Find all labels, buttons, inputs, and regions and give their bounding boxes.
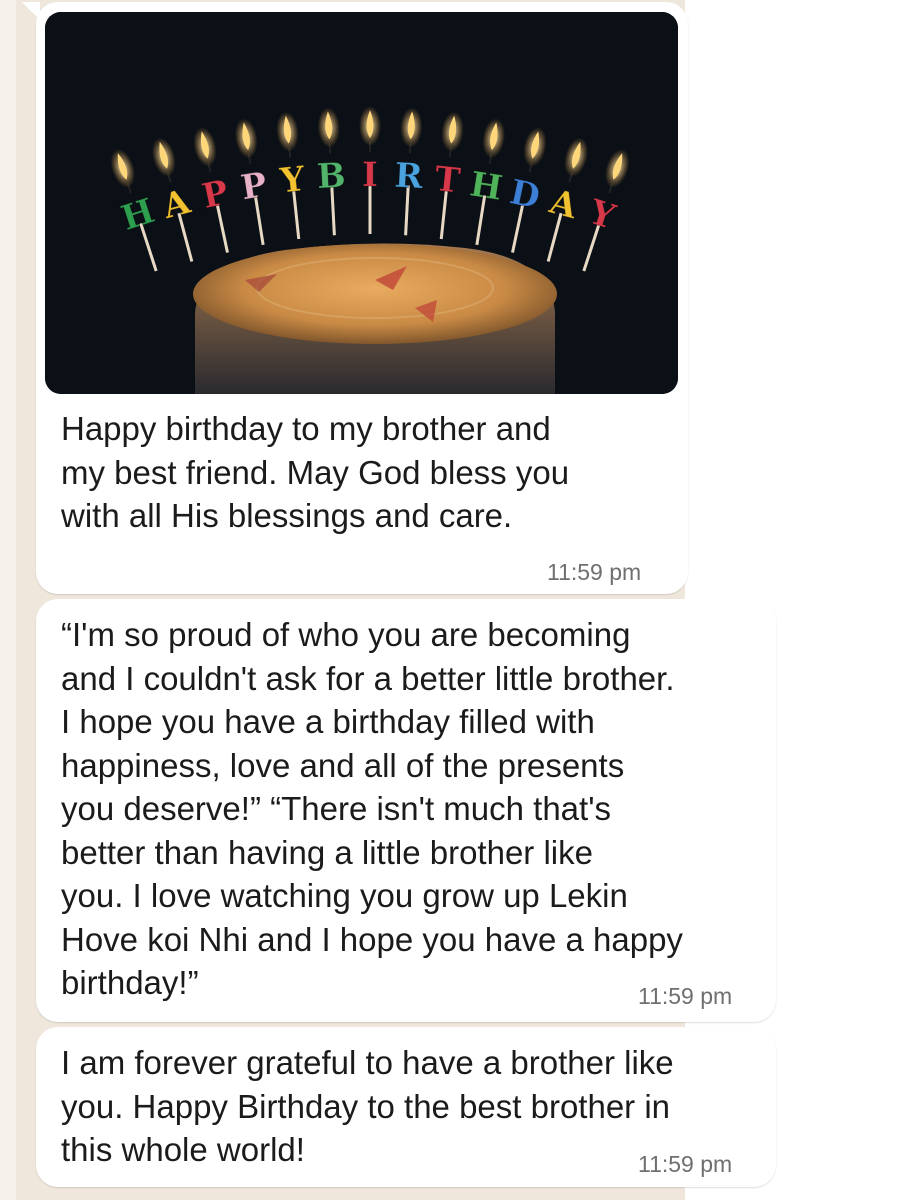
message-bubble-1[interactable]: HAPPYBIRTHDAY Happy birthday to my broth… xyxy=(22,2,688,594)
message-timestamp: 11:59 pm xyxy=(547,559,642,585)
message-timestamp: 11:59 pm xyxy=(638,983,733,1009)
candle-letter: R xyxy=(394,156,425,197)
message-text: Happy birthday to my brother and my best… xyxy=(61,410,570,534)
left-edge-strip xyxy=(0,0,16,1200)
candle-letter: B xyxy=(316,156,347,197)
candle-letter: Y xyxy=(277,159,307,201)
message-text: I am forever grateful to have a brother … xyxy=(61,1044,674,1168)
birthday-cake-photo[interactable]: HAPPYBIRTHDAY xyxy=(45,12,678,394)
message-text: “I'm so proud of who you are becoming an… xyxy=(61,616,683,1001)
bubble-tail xyxy=(22,2,40,20)
cake-image: HAPPYBIRTHDAY xyxy=(45,12,678,394)
message-timestamp: 11:59 pm xyxy=(638,1151,733,1177)
message-bubble-3[interactable]: I am forever grateful to have a brother … xyxy=(36,1027,776,1187)
candle-letter: H xyxy=(467,164,505,209)
candle-letter: T xyxy=(433,159,462,201)
candle-letter: I xyxy=(362,155,378,195)
message-bubble-2[interactable]: “I'm so proud of who you are becoming an… xyxy=(36,599,776,1022)
